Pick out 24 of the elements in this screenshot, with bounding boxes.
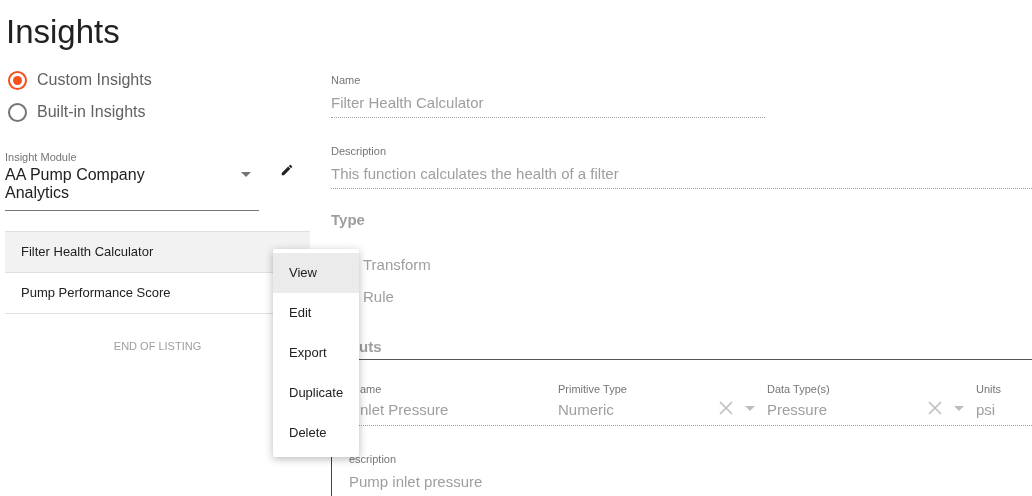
radio-label[interactable]: Custom Insights bbox=[37, 71, 152, 89]
input-field[interactable]: Units psi bbox=[976, 382, 1032, 420]
select-field[interactable]: Data Type(s) Pressure bbox=[767, 382, 976, 420]
caret-icon bbox=[241, 172, 251, 177]
name-field[interactable]: Name Filter Health Calculator bbox=[331, 73, 765, 118]
section-heading: uts bbox=[359, 338, 382, 355]
clear-icon[interactable] bbox=[719, 401, 733, 415]
description-field[interactable]: Description This function calculates the health of a filter bbox=[331, 144, 1032, 189]
menu-item[interactable]: Delete bbox=[273, 413, 359, 453]
page-title: Insights bbox=[5, 12, 120, 52]
radio-button[interactable] bbox=[8, 70, 27, 90]
menu-item[interactable]: Export bbox=[273, 333, 359, 373]
caret-icon[interactable] bbox=[954, 405, 964, 411]
menu-item[interactable]: View bbox=[273, 253, 359, 293]
end-of-listing-note: END OF LISTING bbox=[112, 340, 203, 352]
edit-icon[interactable] bbox=[280, 163, 294, 177]
select-field[interactable]: Primitive Type Numeric bbox=[558, 382, 767, 420]
module-select[interactable]: Insight Module AA Pump Company Analytics bbox=[5, 150, 259, 211]
section-heading: Type bbox=[331, 211, 366, 228]
radio-button[interactable] bbox=[8, 102, 27, 122]
menu-item[interactable]: Duplicate bbox=[273, 373, 359, 413]
caret-icon[interactable] bbox=[745, 405, 755, 411]
clear-icon[interactable] bbox=[928, 401, 942, 415]
radio-label[interactable]: Built-in Insights bbox=[37, 103, 146, 121]
